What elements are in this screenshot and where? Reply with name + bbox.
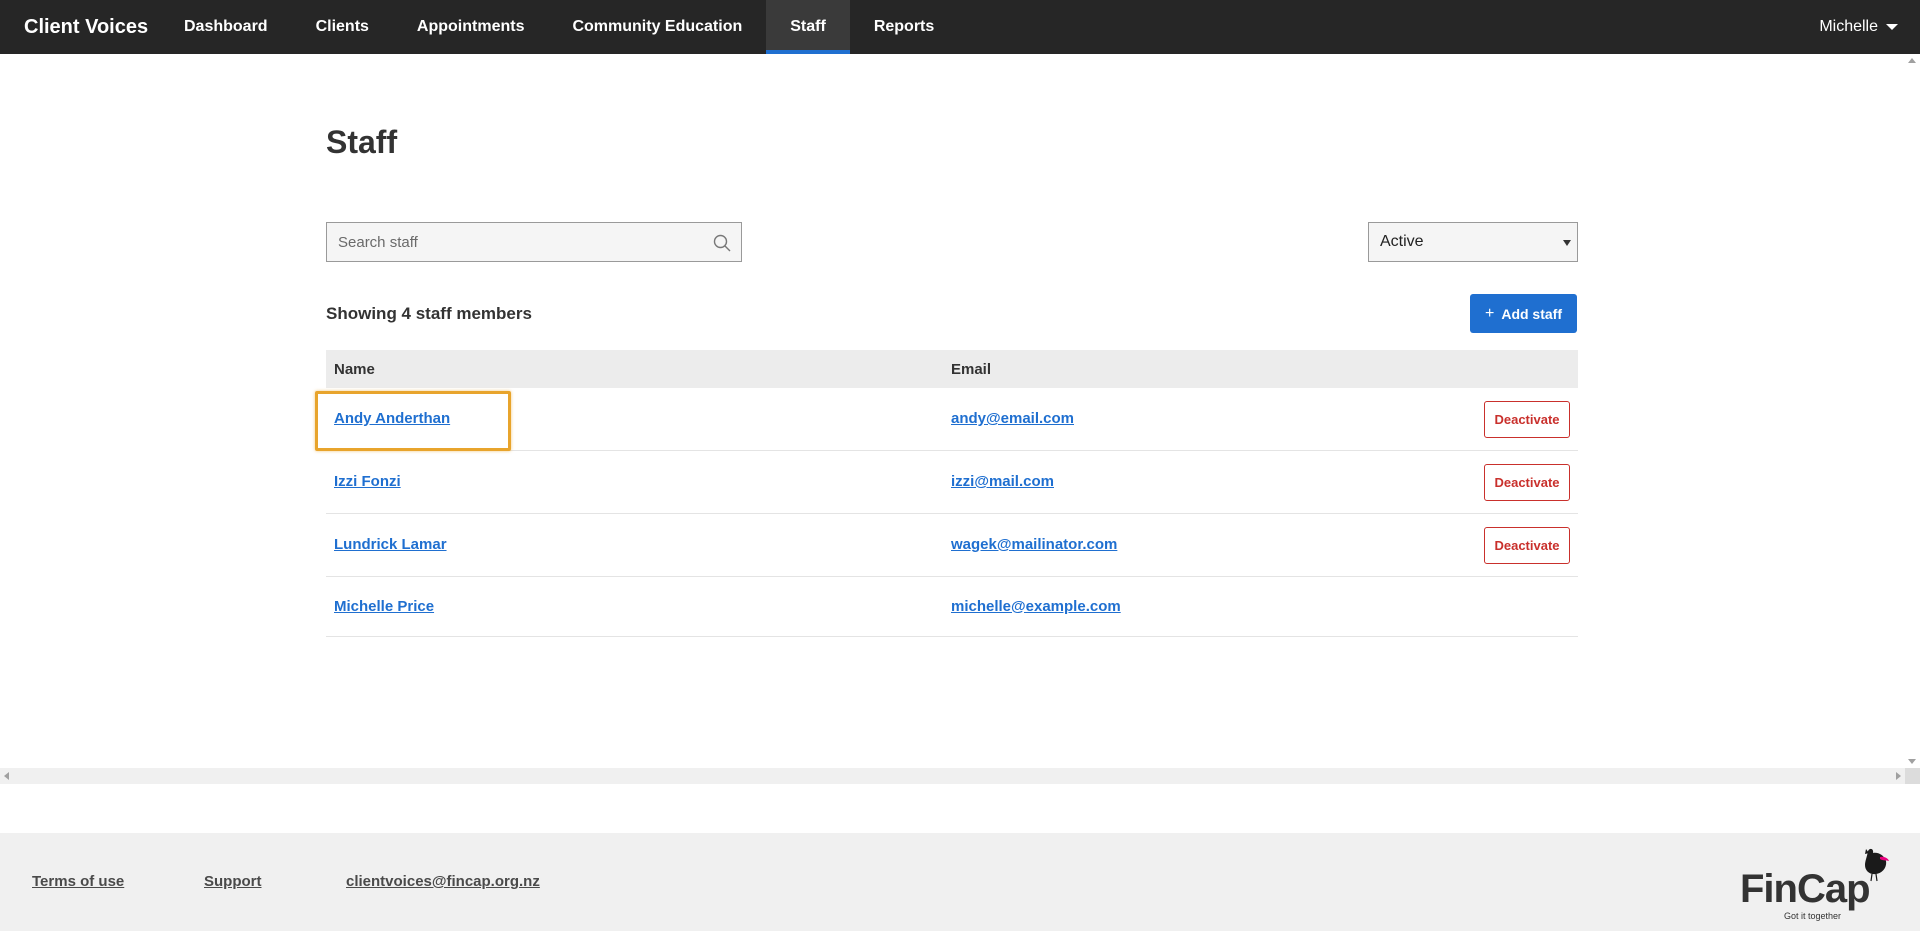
table-row: Andy Anderthan andy@email.com Deactivate — [326, 388, 1578, 451]
bird-icon — [1865, 848, 1889, 882]
staff-email-link[interactable]: michelle@example.com — [951, 598, 1121, 615]
scroll-left-icon[interactable] — [4, 772, 9, 780]
user-name: Michelle — [1819, 18, 1878, 35]
nav-appointments[interactable]: Appointments — [393, 0, 549, 54]
add-staff-button[interactable]: + Add staff — [1470, 294, 1577, 333]
fincap-logo: FinCap Got it together — [1740, 847, 1890, 923]
nav-clients[interactable]: Clients — [292, 0, 393, 54]
chevron-down-icon — [1886, 24, 1898, 30]
staff-count: Showing 4 staff members — [326, 304, 532, 323]
footer: Terms of use Support clientvoices@fincap… — [0, 833, 1920, 931]
logo-tagline: Got it together — [1784, 911, 1842, 921]
table-header: Name Email — [326, 350, 1578, 388]
staff-email-link[interactable]: andy@email.com — [951, 410, 1074, 427]
column-header-email: Email — [951, 360, 992, 378]
plus-icon: + — [1484, 304, 1495, 322]
vertical-scrollbar[interactable] — [1905, 54, 1920, 768]
staff-email-link[interactable]: izzi@mail.com — [951, 473, 1054, 490]
nav-dashboard[interactable]: Dashboard — [160, 0, 292, 54]
table-row: Lundrick Lamar wagek@mailinator.com Deac… — [326, 514, 1578, 577]
user-menu[interactable]: Michelle — [1819, 0, 1920, 54]
add-staff-label: Add staff — [1501, 305, 1562, 322]
horizontal-scrollbar[interactable] — [0, 768, 1905, 784]
nav-staff[interactable]: Staff — [766, 0, 850, 54]
staff-name-link[interactable]: Lundrick Lamar — [334, 536, 447, 553]
staff-name-link[interactable]: Andy Anderthan — [334, 410, 450, 427]
logo-text: FinCap — [1740, 867, 1871, 911]
staff-name-link[interactable]: Izzi Fonzi — [334, 473, 401, 490]
scroll-right-icon[interactable] — [1896, 772, 1901, 780]
staff-name-link[interactable]: Michelle Price — [334, 598, 434, 615]
scroll-up-icon[interactable] — [1908, 58, 1916, 63]
search-icon[interactable] — [713, 234, 731, 252]
deactivate-button[interactable]: Deactivate — [1484, 527, 1570, 564]
brand-title[interactable]: Client Voices — [0, 0, 160, 54]
contact-email-link[interactable]: clientvoices@fincap.org.nz — [346, 873, 540, 890]
nav-reports[interactable]: Reports — [850, 0, 958, 54]
search-box — [326, 222, 742, 262]
status-filter-select[interactable]: Active — [1368, 222, 1578, 262]
scroll-down-icon[interactable] — [1908, 759, 1916, 764]
staff-table: Name Email Andy Anderthan andy@email.com… — [326, 350, 1578, 637]
deactivate-button[interactable]: Deactivate — [1484, 464, 1570, 501]
search-input[interactable] — [327, 223, 741, 261]
table-row: Michelle Price michelle@example.com — [326, 577, 1578, 637]
column-header-name: Name — [334, 360, 375, 378]
scrollbar-corner — [1905, 768, 1920, 784]
staff-email-link[interactable]: wagek@mailinator.com — [951, 536, 1117, 553]
terms-of-use-link[interactable]: Terms of use — [32, 873, 124, 890]
status-filter-value: Active — [1380, 233, 1424, 250]
support-link[interactable]: Support — [204, 873, 262, 890]
dropdown-arrow-icon — [1563, 240, 1571, 246]
page-title: Staff — [326, 124, 398, 160]
deactivate-button[interactable]: Deactivate — [1484, 401, 1570, 438]
table-row: Izzi Fonzi izzi@mail.com Deactivate — [326, 451, 1578, 514]
top-nav: Client Voices Dashboard Clients Appointm… — [0, 0, 1920, 54]
nav-community-education[interactable]: Community Education — [548, 0, 766, 54]
